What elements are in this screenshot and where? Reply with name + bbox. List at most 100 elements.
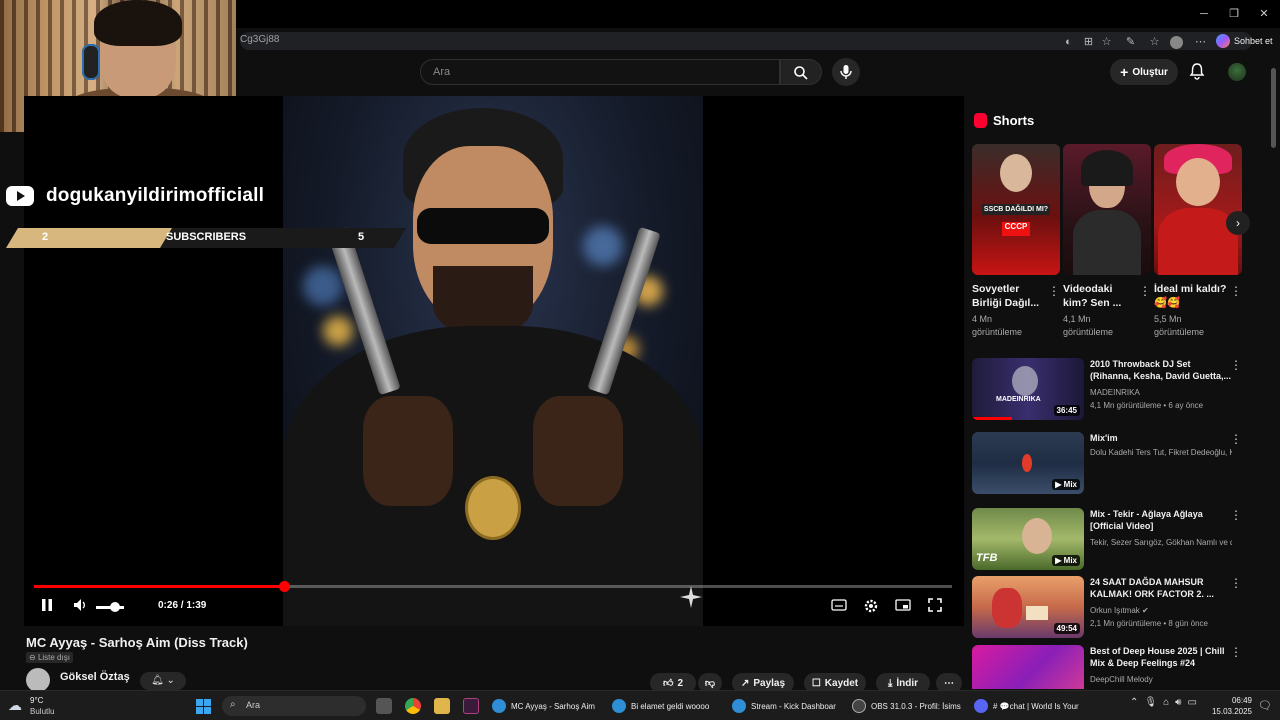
speaker-icon[interactable]: 🔊︎ [1175, 697, 1181, 715]
taskbar-app[interactable]: MC Ayyaş - Sarhoş Aim [492, 696, 604, 716]
search-placeholder: Ara [433, 66, 451, 78]
channel-overlay: dogukanyildirimofficiall [0, 180, 280, 212]
taskbar-search-placeholder: Ara [246, 700, 261, 710]
short-menu-icon[interactable]: ⋮ [1048, 284, 1060, 298]
weather-widget[interactable]: ☁ 9°C Bulutlu [8, 695, 88, 717]
progress-bar[interactable] [34, 581, 952, 592]
thumbnail-text: MADEINRIKA [996, 396, 1041, 403]
scrubber-handle[interactable] [278, 581, 290, 592]
recommendation-channel[interactable]: Orkun Işıtmak ✔ [1090, 606, 1232, 615]
account-avatar[interactable] [1228, 63, 1246, 81]
recommendation-item[interactable]: MADEINRIKA 36:45 2010 Throwback DJ Set (… [972, 358, 1262, 422]
voice-search-button[interactable] [832, 58, 860, 86]
search-input[interactable]: Ara [420, 59, 780, 85]
notifications-button[interactable] [1188, 62, 1208, 82]
chrome-icon[interactable] [405, 698, 421, 714]
vegas-icon[interactable] [463, 698, 479, 714]
favorites-icon[interactable]: ☆ [1148, 36, 1161, 49]
link-icon: ⊖ [29, 653, 38, 662]
search-button[interactable] [780, 59, 822, 85]
scrollbar-thumb[interactable] [1271, 68, 1276, 148]
recommendation-menu-icon[interactable]: ⋮ [1230, 576, 1242, 590]
short-card[interactable]: İdeal mi kaldı? 🥰🥰 5,5 Mn görüntüleme ⋮ [1154, 144, 1242, 339]
close-icon[interactable]: ✕ [1256, 6, 1272, 22]
short-title[interactable]: Sovyetler Birliği Dağıl... [972, 282, 1048, 310]
recommendation-item[interactable]: TFB ▶ Mix Mix - Tekir - Ağlaya Ağlaya [O… [972, 508, 1262, 572]
taskbar-app-label: Stream - Kick Dashboar [751, 701, 836, 711]
clock-date[interactable]: 15.03.2025 [1210, 707, 1252, 716]
translate-icon[interactable]: ◐ [1062, 36, 1075, 49]
recommendation-title[interactable]: Mix - Tekir - Ağlaya Ağlaya [Official Vi… [1090, 508, 1232, 532]
windows-start-icon[interactable] [196, 699, 211, 714]
copilot-label: Sohbet et [1234, 36, 1273, 46]
extensions-icon[interactable]: ✎ [1124, 36, 1137, 49]
recommendation-thumbnail[interactable]: TFB ▶ Mix [972, 508, 1084, 570]
recommendation-channel[interactable]: MADEINRIKA [1090, 388, 1232, 397]
page-scrollbar[interactable] [1270, 58, 1278, 688]
recommendation-thumbnail[interactable]: ▶ Mix [972, 432, 1084, 494]
subtitles-button[interactable] [830, 598, 848, 616]
recommendation-menu-icon[interactable]: ⋮ [1230, 432, 1242, 446]
taskbar-app[interactable]: # 💬chat | World Is Your [974, 696, 1086, 716]
address-bar[interactable]: Cg3Gj88 ◐ ⊞ ☆ ✎ ☆ ⋯ [240, 32, 1252, 50]
short-card[interactable]: SSCB DAĞILDI MI? CCCP Sovyetler Birliği … [972, 144, 1060, 339]
recommendation-channel[interactable]: Tekir, Sezer Sarıgöz, Gökhan Namlı ve da… [1090, 538, 1232, 547]
owner-name[interactable]: Göksel Öztaş [60, 671, 130, 683]
short-thumbnail[interactable]: SSCB DAĞILDI MI? CCCP [972, 144, 1060, 275]
mix-badge: ▶ Mix [1052, 555, 1080, 566]
pause-button[interactable] [38, 598, 56, 616]
chevron-up-icon[interactable]: ⌃ [1130, 697, 1138, 715]
recommendation-title[interactable]: Best of Deep House 2025 | Chill Mix & De… [1090, 645, 1232, 669]
recommendation-item[interactable]: ▶ Mix Mix'im Dolu Kadehi Ters Tut, Fikre… [972, 432, 1262, 496]
taskbar-app[interactable]: OBS 31.0.3 - Profil: İsims [852, 696, 968, 716]
download-icon: ⤓ [887, 677, 893, 689]
file-explorer-icon[interactable] [434, 698, 450, 714]
minimize-icon[interactable]: ─ [1196, 6, 1212, 22]
shorts-next-button[interactable]: › [1226, 211, 1250, 235]
notification-center-icon[interactable]: 🗨︎ [1258, 699, 1272, 712]
recommendation-title[interactable]: Mix'im [1090, 432, 1232, 444]
profile-avatar[interactable] [1170, 36, 1183, 49]
recommendation-item[interactable]: Best of Deep House 2025 | Chill Mix & De… [972, 645, 1262, 689]
recommendation-title[interactable]: 24 SAAT DAĞDA MAHSUR KALMAK! ORK FACTOR … [1090, 576, 1232, 600]
recommendation-channel[interactable]: DeepChill Melody [1090, 675, 1232, 684]
task-view-icon[interactable] [376, 698, 392, 714]
recommendation-menu-icon[interactable]: ⋮ [1230, 358, 1242, 372]
subscribe-bell-button[interactable]: 🔔︎ ⌄ [140, 672, 186, 690]
short-title[interactable]: İdeal mi kaldı? 🥰🥰 [1154, 282, 1230, 310]
recommendation-title[interactable]: 2010 Throwback DJ Set (Rihanna, Kesha, D… [1090, 358, 1232, 382]
owner-avatar[interactable] [26, 668, 50, 692]
short-menu-icon[interactable]: ⋮ [1230, 284, 1242, 298]
volume-handle[interactable] [110, 602, 120, 612]
copilot-button[interactable]: Sohbet et [1216, 32, 1273, 50]
recommendation-item[interactable]: 49:54 24 SAAT DAĞDA MAHSUR KALMAK! ORK F… [972, 576, 1262, 640]
mute-button[interactable] [72, 598, 90, 616]
network-icon[interactable]: ⌂ [1163, 697, 1169, 715]
microphone-icon[interactable]: 🎙︎ [1144, 697, 1157, 715]
recommendation-menu-icon[interactable]: ⋮ [1230, 508, 1242, 522]
recommendation-menu-icon[interactable]: ⋮ [1230, 645, 1242, 659]
app-available-icon[interactable]: ⊞ [1082, 36, 1095, 49]
maximize-icon[interactable]: ❐ [1226, 6, 1242, 22]
video-player[interactable]: 0:26 / 1:39 [24, 96, 964, 626]
recommendation-channel[interactable]: Dolu Kadehi Ters Tut, Fikret Dedeoğlu, K… [1090, 448, 1232, 457]
short-menu-icon[interactable]: ⋮ [1139, 284, 1151, 298]
favorite-star-icon[interactable]: ☆ [1100, 36, 1113, 49]
create-button[interactable]: + Oluştur [1110, 59, 1178, 85]
taskbar-app[interactable]: Bi elamet geldi woooo [612, 696, 724, 716]
short-thumbnail[interactable] [1154, 144, 1242, 275]
short-thumbnail[interactable] [1063, 144, 1151, 275]
clock-time[interactable]: 06:49 [1214, 696, 1252, 705]
taskbar-app[interactable]: Stream - Kick Dashboar [732, 696, 844, 716]
battery-icon[interactable]: ▭ [1187, 697, 1196, 715]
fullscreen-button[interactable] [926, 598, 944, 616]
short-card[interactable]: Videodaki kim? Sen ... 4,1 Mn görüntüleme… [1063, 144, 1151, 339]
settings-button[interactable] [862, 598, 880, 616]
recommendation-thumbnail[interactable]: MADEINRIKA 36:45 [972, 358, 1084, 420]
more-icon[interactable]: ⋯ [1194, 36, 1207, 49]
taskbar-search-input[interactable]: ⌕ Ara [222, 696, 366, 716]
miniplayer-button[interactable] [894, 598, 912, 616]
recommendation-thumbnail[interactable] [972, 645, 1084, 689]
short-title[interactable]: Videodaki kim? Sen ... [1063, 282, 1139, 310]
recommendation-thumbnail[interactable]: 49:54 [972, 576, 1084, 638]
